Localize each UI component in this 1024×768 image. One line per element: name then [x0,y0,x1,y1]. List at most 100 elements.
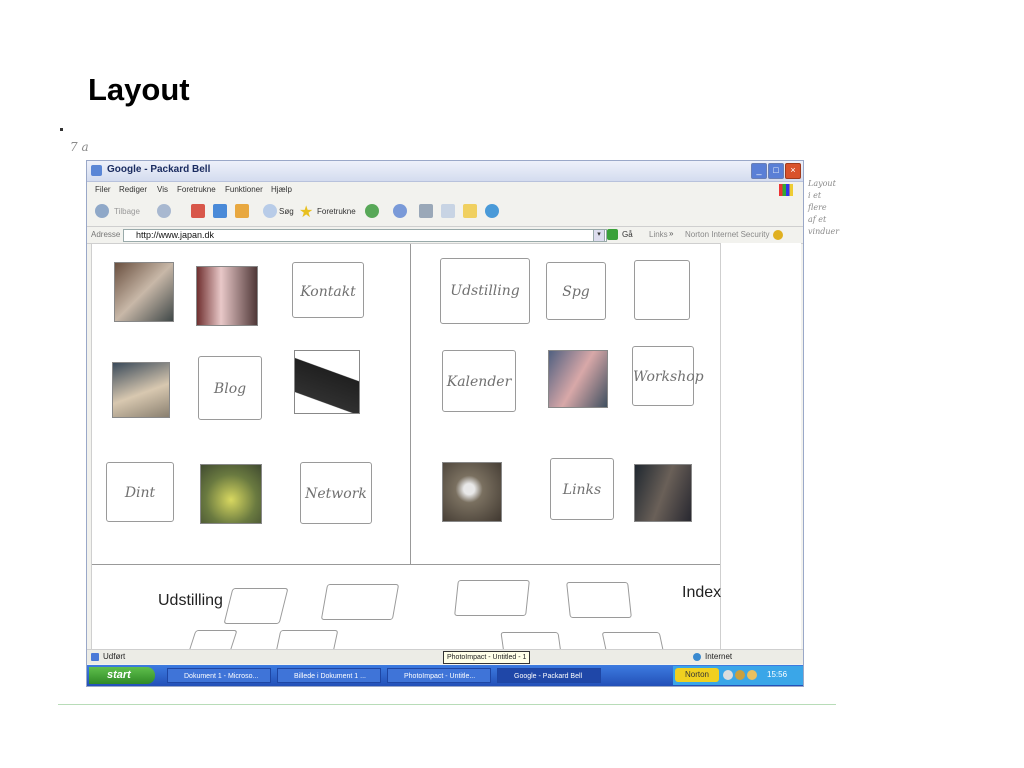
side-note-line: Layout [808,179,836,188]
print-icon[interactable] [419,204,433,218]
tile-label: Kalender [446,373,512,390]
messenger-icon[interactable] [485,204,499,218]
go-button[interactable]: Gå [622,230,633,239]
norton-toolbar-label[interactable]: Norton Internet Security [685,230,769,239]
address-input[interactable]: http://www.japan.dk [123,229,607,242]
start-button[interactable]: start [89,667,155,684]
photo-thumbnail[interactable] [548,350,608,408]
photo-thumbnail[interactable] [196,266,258,326]
menu-hjaelp[interactable]: Hjælp [271,185,292,194]
photo-thumbnail[interactable] [200,464,262,524]
tile-empty[interactable] [634,260,690,320]
sketch-plane [454,580,530,616]
status-bar: Udført PhotoImpact - Untitled - 1 Intern… [87,649,803,664]
tray-icon[interactable] [747,670,757,680]
toolbar: Tilbage Søg ★ Foretrukne [87,198,803,226]
media-icon[interactable] [365,204,379,218]
tile-links[interactable]: Links [550,458,614,520]
go-arrow-icon[interactable] [607,229,618,240]
favorites-star-icon[interactable]: ★ [299,202,313,222]
slide-title: Layout [88,72,190,107]
address-dropdown[interactable]: ▾ [593,229,605,242]
forward-icon[interactable] [157,204,171,218]
photo-thumbnail[interactable] [114,262,174,322]
close-button[interactable]: × [785,163,801,179]
system-tray: Norton 15:56 [673,666,803,685]
page-content-right [721,243,801,649]
search-label[interactable]: Søg [279,207,294,216]
refresh-icon[interactable] [213,204,227,218]
status-text: Udført [103,652,126,661]
windows-logo-icon [779,184,793,196]
back-icon[interactable] [95,204,109,218]
tile-label: Workshop [633,369,704,386]
photo-thumbnail[interactable] [634,464,692,522]
sketch-divider [410,244,411,564]
edit-icon[interactable] [441,204,455,218]
globe-icon [693,653,701,661]
favorites-label[interactable]: Foretrukne [317,207,356,216]
taskbar-item-browser[interactable]: Google - Packard Bell [497,668,601,683]
tile-udstilling[interactable]: Udstilling [440,258,530,324]
window-title: Google - Packard Bell [107,164,211,175]
tile-workshop[interactable]: Workshop [632,346,704,406]
page-content: Kontakt Blog Dint Network Udstilling Spg… [91,243,721,654]
margin-note: 7 a [70,140,89,154]
links-button[interactable]: Links [649,230,668,239]
tile-label: Udstilling [450,283,520,300]
taskbar-item-word[interactable]: Dokument 1 - Microso... [167,668,271,683]
tile-spg[interactable]: Spg [546,262,606,320]
tray-icon[interactable] [735,670,745,680]
tile-dint[interactable]: Dint [106,462,174,522]
norton-tray-button[interactable]: Norton [675,668,719,682]
photo-thumbnail[interactable] [442,462,502,522]
ie-icon [91,165,102,176]
history-icon[interactable] [393,204,407,218]
menu-foretrukne[interactable]: Foretrukne [177,185,216,194]
margin-mark [60,128,63,131]
tile-label: Network [305,485,367,502]
side-note-line: vinduer [808,227,840,236]
zone-text: Internet [705,652,733,661]
side-note: Layout i et flere af et vinduer [808,178,848,238]
sketch-plane [320,584,400,620]
norton-icon[interactable] [773,230,783,240]
address-bar: Adresse http://www.japan.dk ▾ Gå Links »… [87,226,803,244]
scan-edge-line [58,704,836,705]
search-icon[interactable] [263,204,277,218]
clock: 15:56 [767,670,788,679]
title-bar: Google - Packard Bell _ □ × [87,161,803,182]
minimize-button[interactable]: _ [751,163,767,179]
taskbar-item-photoimpact[interactable]: PhotoImpact - Untitle... [387,668,491,683]
tile-blog[interactable]: Blog [198,356,262,420]
tile-kalender[interactable]: Kalender [442,350,516,412]
side-note-line: af et [808,215,827,224]
maximize-button[interactable]: □ [768,163,784,179]
taskbar-item-picture[interactable]: Billede i Dokument 1 ... [277,668,381,683]
taskbar: start Dokument 1 - Microso... Billede i … [87,665,803,686]
tile-label: Spg [562,284,590,301]
side-note-line: i et [808,191,822,200]
browser-window: Google - Packard Bell _ □ × Filer Redige… [86,160,804,687]
folder-icon[interactable] [463,204,477,218]
menu-vis[interactable]: Vis [157,185,168,194]
tile-network[interactable]: Network [300,462,372,524]
sketch-plane [223,588,289,624]
back-label[interactable]: Tilbage [114,207,140,216]
home-icon[interactable] [235,204,249,218]
menu-filer[interactable]: Filer [95,185,111,194]
bottom-label-udstilling[interactable]: Udstilling [158,592,223,610]
menu-rediger[interactable]: Rediger [119,185,147,194]
tray-icon[interactable] [723,670,733,680]
chevron-icon[interactable]: » [669,229,673,238]
bottom-label-index[interactable]: Index [682,584,721,602]
stop-icon[interactable] [191,204,205,218]
photo-thumbnail[interactable] [112,362,170,418]
photo-thumbnail[interactable] [294,350,360,414]
side-note-line: flere [808,203,827,212]
sketch-plane [566,582,632,618]
tile-label: Blog [213,380,247,397]
menu-funktioner[interactable]: Funktioner [225,185,263,194]
tile-kontakt[interactable]: Kontakt [292,262,364,318]
tile-label: Links [562,481,602,498]
